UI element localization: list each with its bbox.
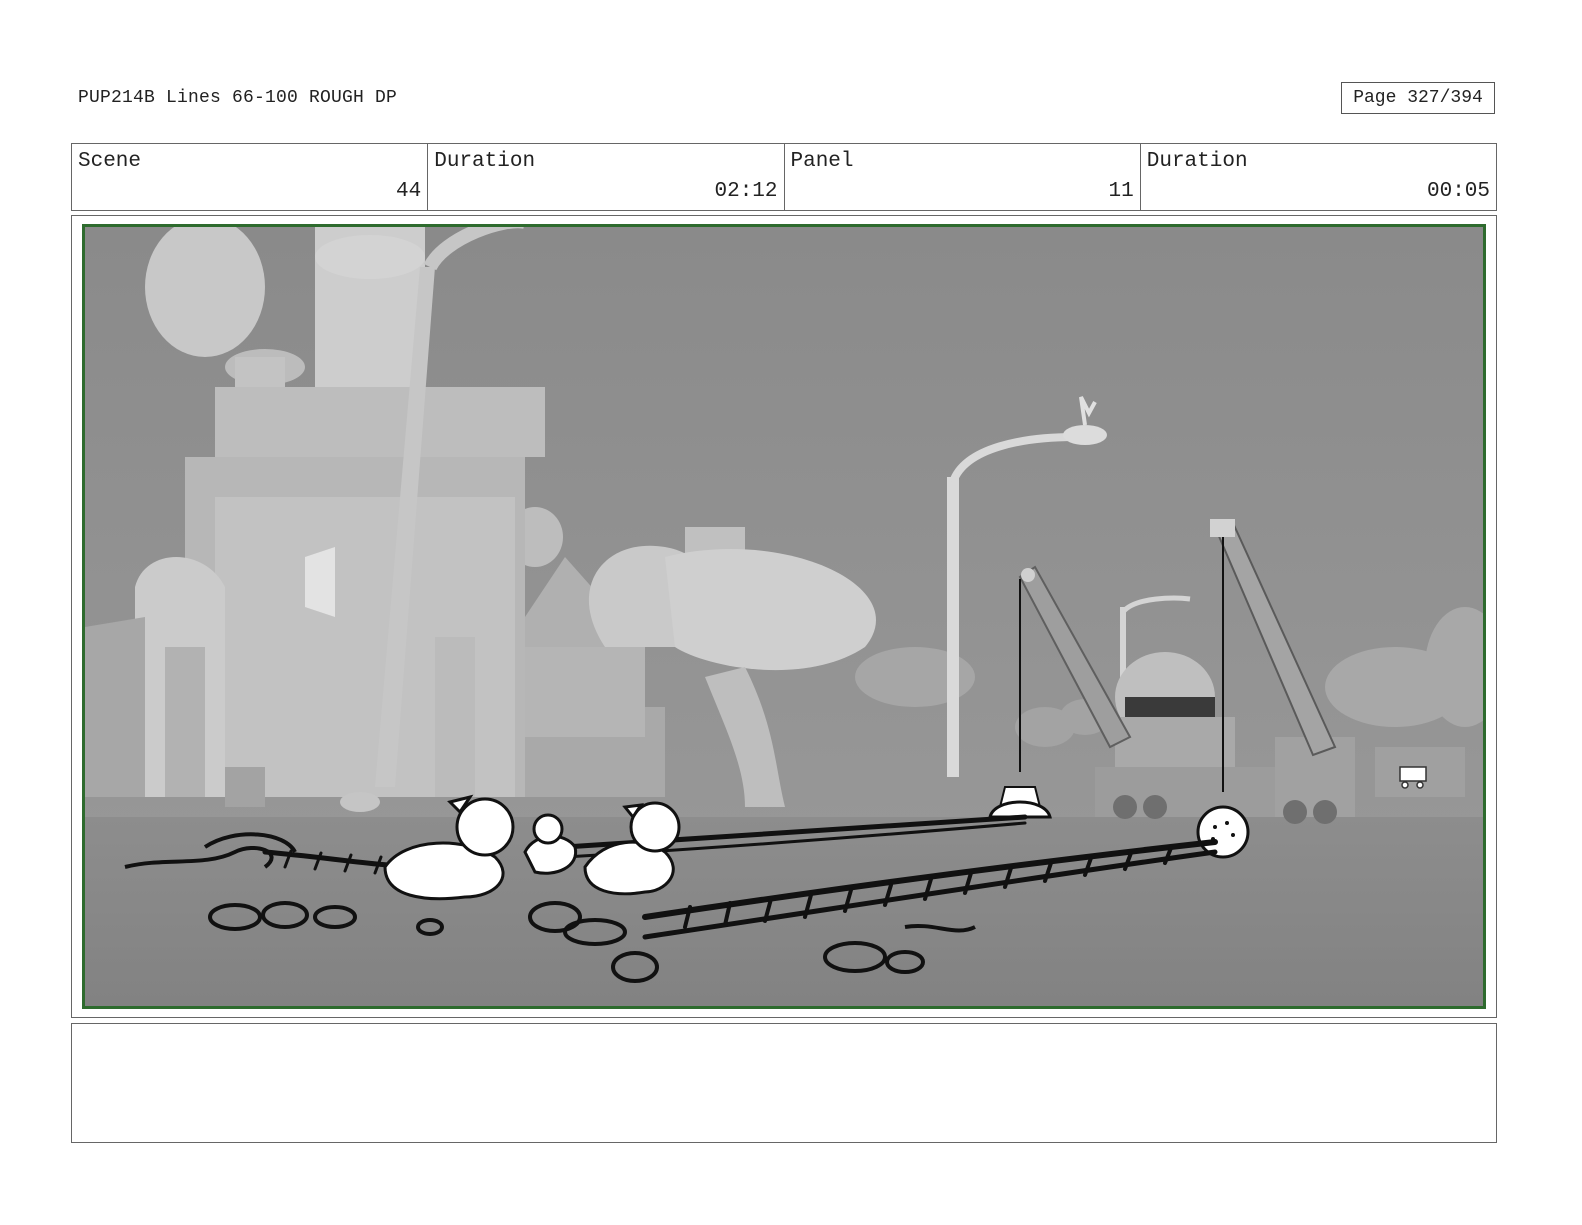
panel-duration-cell: Duration 00:05 [1141,144,1496,210]
info-table: Scene 44 Duration 02:12 Panel 11 Duratio… [71,143,1497,211]
panel-label: Panel [790,150,854,173]
storyboard-sketch-svg [85,227,1483,1006]
scene-cell: Scene 44 [72,144,429,210]
panel-cell: Panel 11 [785,144,1141,210]
panel-duration-value: 00:05 [1426,180,1490,203]
panel-notes-box [71,1023,1497,1143]
scene-duration-value: 02:12 [714,180,778,203]
scene-value: 44 [396,180,422,203]
scene-label: Scene [78,150,142,173]
document-title: PUP214B Lines 66-100 ROUGH DP [78,88,398,108]
ground-area [85,817,1483,1006]
panel-value: 11 [1108,180,1134,203]
scene-duration-cell: Duration 02:12 [428,144,785,210]
wrecking-ball-right [1196,805,1250,859]
page-number-box: Page 327/394 [1341,82,1495,114]
storyboard-panel-image [82,224,1486,1009]
panel-duration-label: Duration [1146,150,1248,173]
scene-duration-label: Duration [434,150,536,173]
panel-frame [71,215,1497,1018]
